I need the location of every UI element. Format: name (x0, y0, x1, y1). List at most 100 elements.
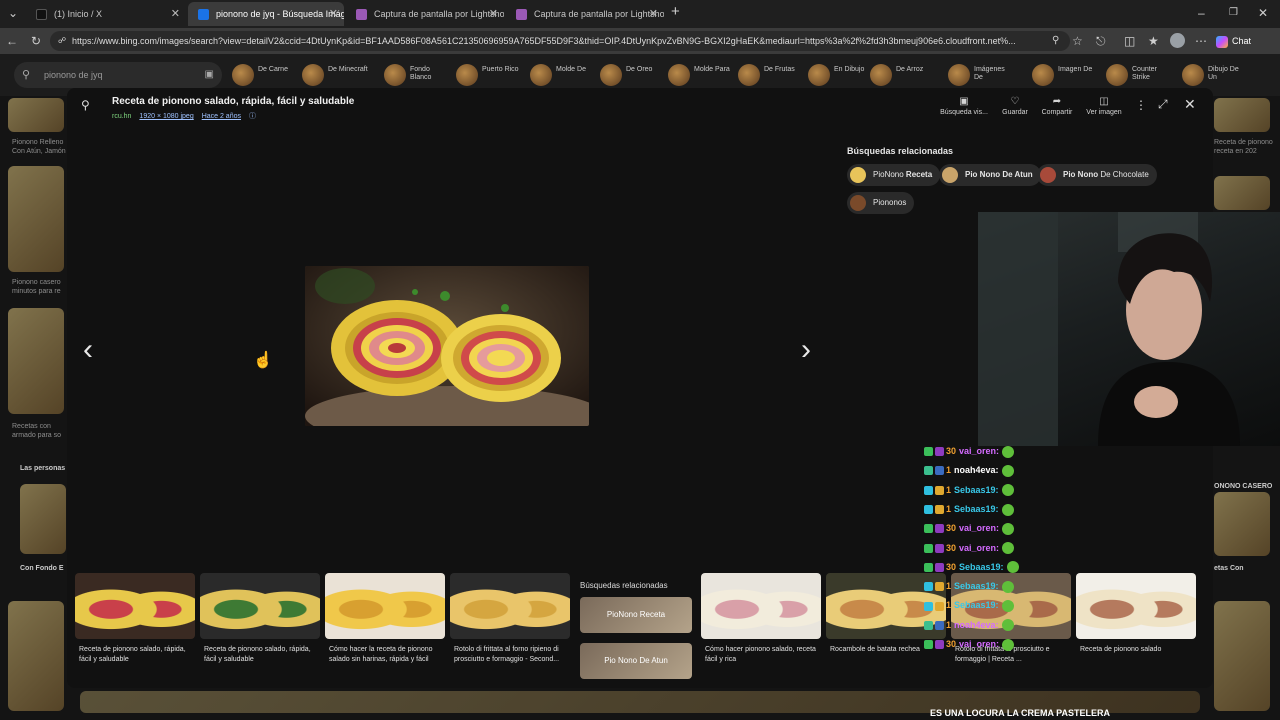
copilot-chat-button[interactable]: Chat (1216, 32, 1251, 50)
chat-badge-icon (924, 524, 933, 534)
emote-icon (1002, 522, 1015, 535)
result-thumbnail[interactable] (20, 484, 66, 554)
profile-avatar[interactable] (1170, 33, 1185, 48)
sub-months: 30 (946, 542, 957, 553)
chat-username[interactable]: vai_oren: (959, 543, 999, 553)
similar-image-card[interactable]: Cómo hacer la receta de pionono salado s… (325, 573, 445, 685)
more-options-icon[interactable]: ⋮ (1135, 98, 1147, 112)
related-chip-pio-nono-atun[interactable]: Pio Nono De Atun (939, 164, 1041, 186)
image-dimensions[interactable]: 1920 × 1080 jpeg (139, 113, 193, 120)
chat-username[interactable]: Sebaas19: (954, 485, 999, 495)
filmstrip-related-item[interactable]: Pio Nono De Atun (580, 643, 692, 679)
url-text: https://www.bing.com/images/search?view=… (72, 36, 1016, 46)
result-thumbnail[interactable] (8, 166, 64, 272)
chat-badge-icon (924, 485, 933, 495)
sub-months: 1 (946, 484, 952, 495)
tab-bar: ⌄ (1) Inicio / X ✕ pionono de jyq - Búsq… (0, 0, 1280, 28)
chip-thumbnail (456, 64, 478, 86)
search-icon[interactable]: ⚲ (81, 98, 90, 112)
split-screen-icon[interactable]: ◫ (1124, 33, 1135, 49)
related-chip-pionono-receta[interactable]: PioNono Receta (847, 164, 941, 186)
result-thumbnail[interactable] (8, 98, 64, 132)
chat-username[interactable]: Sebaas19: (954, 600, 999, 610)
image-title[interactable]: Receta de pionono salado, rápida, fácil … (112, 96, 354, 107)
result-thumbnail[interactable] (1214, 601, 1270, 711)
result-thumbnail[interactable] (1214, 98, 1270, 132)
similar-image-card[interactable]: Rotolo di frittata al forno ripieno di p… (450, 573, 570, 685)
sub-months: 1 (946, 465, 952, 476)
similar-image-thumbnail (200, 573, 320, 639)
chat-message: 30 Sebaas19: (924, 560, 1019, 574)
sub-months: 1 (946, 503, 952, 514)
similar-image-caption: Cómo hacer pionono salado, receta fácil … (705, 646, 816, 663)
chip-thumbnail (850, 195, 866, 211)
related-chip-piononos[interactable]: Piononos (847, 192, 915, 214)
lock-icon: ☍ (58, 36, 67, 45)
next-image-arrow[interactable]: › (794, 333, 818, 367)
extensions-icon[interactable]: ⎋ (1096, 33, 1106, 49)
similar-image-card[interactable]: Receta de pionono salado, rápida, fácil … (200, 573, 320, 685)
chat-username[interactable]: Sebaas19: (954, 581, 999, 591)
chat-username[interactable]: vai_oren: (959, 639, 999, 649)
chat-username[interactable]: vai_oren: (959, 523, 999, 533)
tab-label: Captura de pantalla por Lightshot (374, 9, 504, 19)
new-tab-icon[interactable]: + (671, 4, 680, 20)
filmstrip-related-item[interactable]: PioNono Receta (580, 597, 692, 633)
similar-image-card[interactable]: Receta de pionono salado, rápida, fácil … (75, 573, 195, 685)
chat-username[interactable]: noah4eva: (954, 620, 999, 630)
close-viewer-icon[interactable]: ✕ (1184, 96, 1196, 113)
chip-thumbnail (870, 64, 892, 86)
image-age[interactable]: Hace 2 años (202, 113, 241, 120)
source-domain[interactable]: rcu.hn (112, 113, 131, 120)
related-chip-pio-nono-chocolate[interactable]: Pio Nono De Chocolate (1037, 164, 1157, 186)
chat-username[interactable]: vai_oren: (959, 446, 999, 456)
address-bar[interactable]: ☍ https://www.bing.com/images/search?vie… (50, 31, 1070, 51)
zoom-icon[interactable]: ⚲ (1052, 33, 1059, 49)
chat-message: 30 vai_oren: (924, 541, 1015, 555)
result-thumbnail[interactable] (8, 601, 64, 711)
chat-username[interactable]: Sebaas19: (959, 562, 1004, 572)
expand-icon[interactable]: ⤢ (1158, 97, 1168, 112)
more-menu-icon[interactable]: ⋯ (1195, 33, 1207, 49)
tab-lightshot-2[interactable]: Captura de pantalla por Lightshot ✕ (506, 2, 664, 26)
chip-label-bold: Pio Nono De Atun (965, 170, 1033, 179)
similar-image-card[interactable]: Cómo hacer pionono salado, receta fácil … (701, 573, 821, 685)
close-tab-icon[interactable]: ✕ (171, 2, 180, 26)
main-food-image[interactable] (305, 266, 589, 426)
minimize-icon[interactable]: – (1198, 5, 1205, 21)
back-icon[interactable]: ← (6, 33, 18, 49)
tab-lightshot-1[interactable]: Captura de pantalla por Lightshot ✕ (346, 2, 504, 26)
chip-label: En Dibujo (834, 66, 865, 73)
window-close-icon[interactable]: ✕ (1258, 5, 1268, 21)
chat-message: 1 noah4eva: (924, 463, 1014, 477)
chat-badge-icon (935, 505, 944, 515)
chat-badge-icon (935, 466, 944, 476)
result-thumbnail[interactable] (1214, 492, 1270, 556)
copilot-icon (1216, 35, 1228, 48)
reload-icon[interactable]: ↻ (31, 33, 41, 49)
view-image-button[interactable]: ◫ Ver imagen (1074, 96, 1134, 116)
tab-x-home[interactable]: (1) Inicio / X ✕ (26, 2, 186, 26)
bing-search-input[interactable]: ⚲ pionono de jyq ▣ (14, 62, 222, 88)
x-logo-icon (36, 9, 47, 20)
close-tab-icon[interactable]: ✕ (489, 2, 498, 26)
favorites-icon[interactable]: ★ (1148, 33, 1159, 49)
close-tab-icon[interactable]: ✕ (649, 2, 658, 26)
tab-bing-images[interactable]: pionono de jyq - Búsqueda Imágenes ✕ (188, 2, 344, 26)
previous-image-arrow[interactable]: ‹ (76, 333, 100, 367)
close-tab-icon[interactable]: ✕ (329, 2, 338, 26)
visual-search-icon[interactable]: ▣ (205, 62, 214, 88)
favorite-star-icon[interactable]: ☆ (1072, 33, 1083, 49)
maximize-icon[interactable]: ❐ (1229, 5, 1238, 21)
tab-label: Captura de pantalla por Lightshot (534, 9, 664, 19)
result-thumbnail[interactable] (8, 308, 64, 414)
chat-username[interactable]: Sebaas19: (954, 504, 999, 514)
result-thumbnail[interactable] (1214, 176, 1270, 210)
chat-username[interactable]: noah4eva: (954, 465, 999, 475)
info-icon[interactable]: ⓘ (249, 113, 256, 120)
chip-label: De Frutas (764, 66, 795, 73)
browser-toolbar: ← ↻ ☍ https://www.bing.com/images/search… (0, 28, 1280, 54)
lightshot-feather-icon (356, 9, 367, 20)
chat-message: 1 Sebaas19: (924, 502, 1014, 516)
tab-list-icon[interactable]: ⌄ (8, 5, 18, 21)
